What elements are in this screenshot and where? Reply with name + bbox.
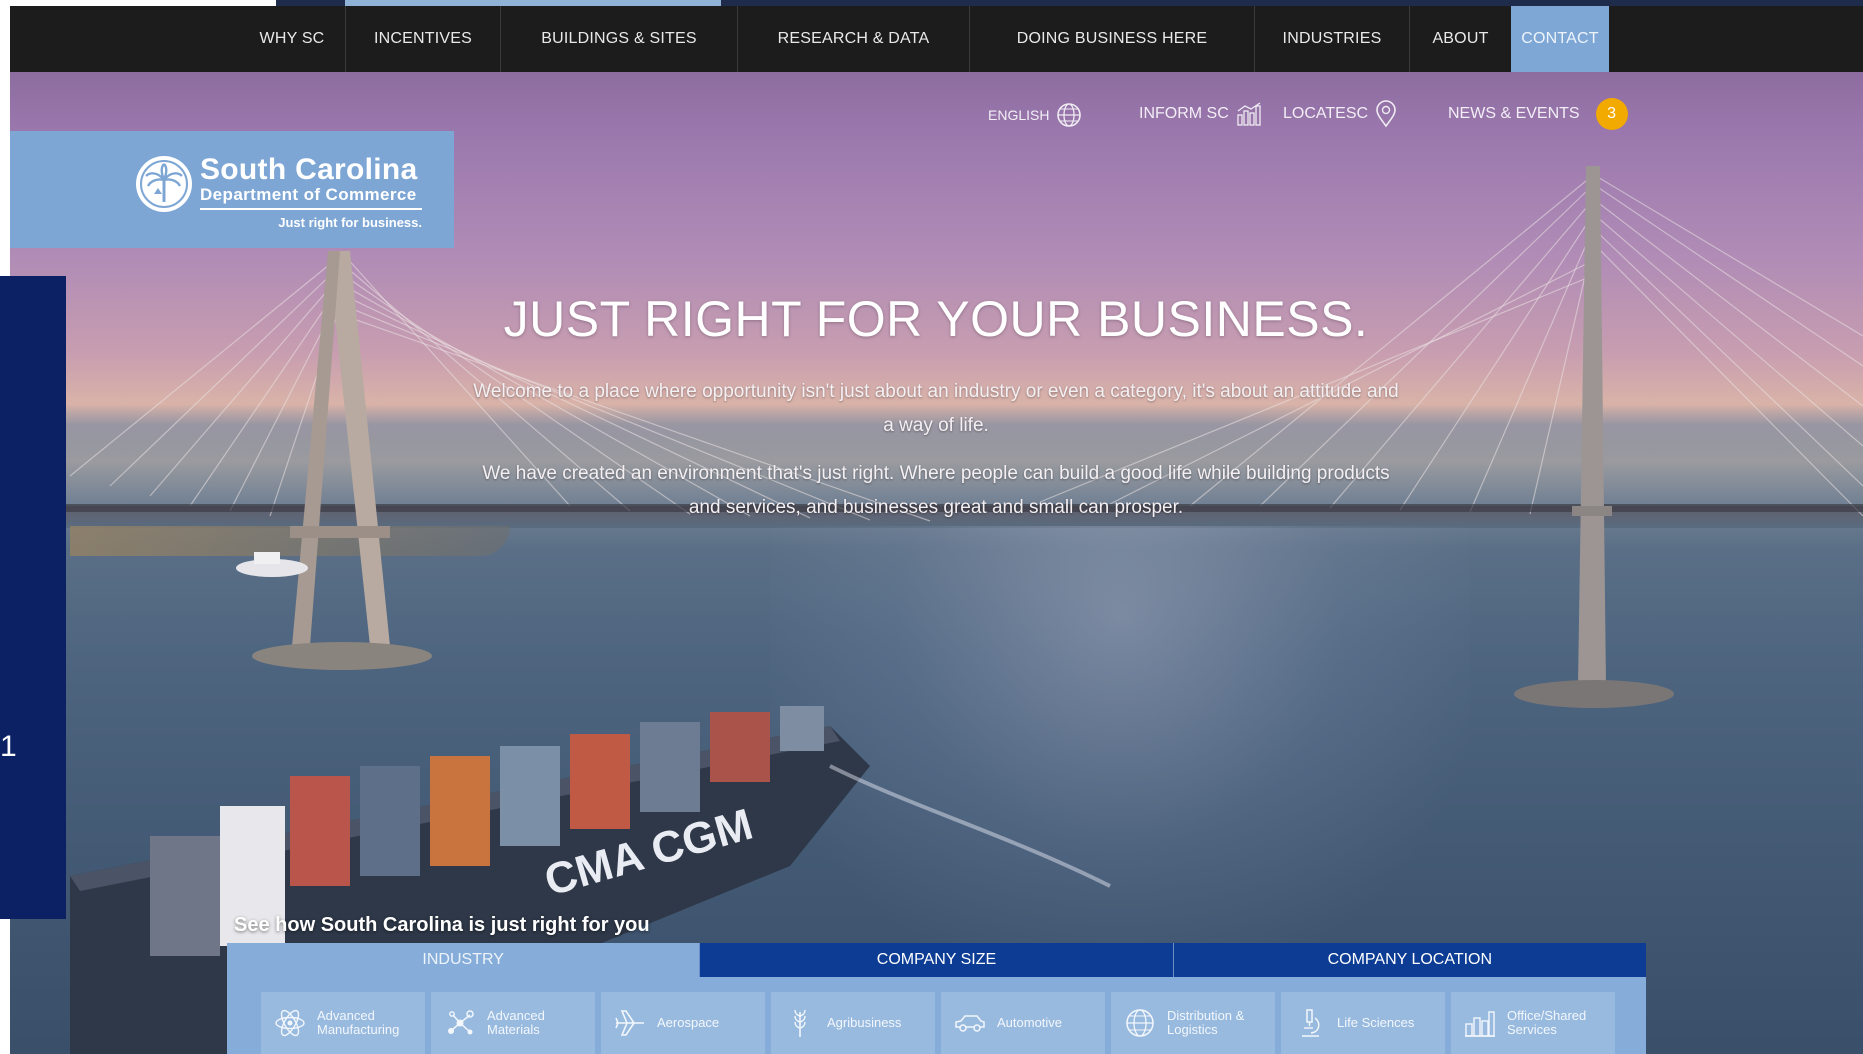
industry-card-label: Automotive — [997, 1015, 1063, 1030]
nav-industries[interactable]: INDUSTRIES — [1255, 6, 1410, 72]
microscope-icon — [1302, 1009, 1320, 1037]
inform-sc-link[interactable]: INFORM SC — [1139, 97, 1263, 131]
nav-research-data[interactable]: RESEARCH & DATA — [738, 6, 970, 72]
tab-industry[interactable]: INDUSTRY — [227, 943, 700, 977]
locate-sc-link[interactable]: LOCATESC — [1283, 97, 1398, 131]
industry-card-office-shared-services[interactable]: Office/Shared Services — [1451, 992, 1615, 1054]
industry-card-aerospace[interactable]: Aerospace — [601, 992, 765, 1054]
industry-card-agribusiness[interactable]: Agribusiness — [771, 992, 935, 1054]
molecule-icon — [448, 1010, 474, 1035]
car-icon — [955, 1015, 985, 1032]
nav-buildings-sites[interactable]: BUILDINGS & SITES — [501, 6, 738, 72]
language-selector[interactable]: ENGLISH — [988, 98, 1083, 132]
industry-cards-panel: Advanced Manufacturing Advanced Material… — [227, 977, 1646, 1054]
side-panel — [0, 276, 66, 919]
page: CMA CGM WHY SC INCENTIVES BUILDINGS & SI… — [0, 0, 1863, 1054]
airplane-icon — [615, 1010, 644, 1036]
industry-card-label: Advanced Materials — [487, 1008, 545, 1037]
industry-card-advanced-manufacturing[interactable]: Advanced Manufacturing — [261, 992, 425, 1054]
palmetto-tree-icon — [136, 156, 192, 212]
tab-company-location[interactable]: COMPANY LOCATION — [1172, 943, 1646, 977]
hero-paragraph-1: Welcome to a place where opportunity isn… — [473, 381, 1399, 436]
industry-card-label: Advanced Manufacturing — [317, 1008, 400, 1037]
industry-card-distribution-logistics[interactable]: Distribution & Logistics — [1111, 992, 1275, 1054]
industry-card-automotive[interactable]: Automotive — [941, 992, 1105, 1054]
language-label: ENGLISH — [988, 107, 1050, 123]
globe-icon — [1057, 103, 1082, 127]
atom-icon — [275, 1009, 305, 1037]
industry-card-label: Office/Shared Services — [1507, 1008, 1587, 1037]
logo-tagline: Just right for business. — [278, 215, 422, 230]
locate-sc-label: LOCATESC — [1283, 105, 1369, 122]
industry-card-label: Agribusiness — [827, 1015, 902, 1030]
logo-subtitle: Department of Commerce — [200, 185, 417, 204]
news-events-label: NEWS & EVENTS — [1448, 105, 1580, 122]
nav-contact[interactable]: CONTACT — [1511, 6, 1609, 72]
industry-card-life-sciences[interactable]: Life Sciences — [1281, 992, 1445, 1054]
main-navigation: WHY SC INCENTIVES BUILDINGS & SITES RESE… — [10, 6, 1863, 72]
industry-card-label: Distribution & Logistics — [1167, 1008, 1245, 1037]
news-count-badge: 3 — [1595, 98, 1628, 130]
sc-commerce-logo[interactable]: South Carolina Department of Commerce Ju… — [10, 131, 454, 248]
logo-divider — [200, 208, 422, 210]
explore-heading: See how South Carolina is just right for… — [234, 914, 650, 936]
industry-card-label: Aerospace — [657, 1015, 720, 1030]
hero-title: JUST RIGHT FOR YOUR BUSINESS. — [503, 291, 1369, 347]
news-events-link[interactable]: NEWS & EVENTS 3 — [1448, 97, 1628, 131]
tab-company-size[interactable]: COMPANY SIZE — [699, 943, 1173, 977]
office-icon — [1465, 1011, 1495, 1037]
side-panel-number: 1 — [0, 730, 17, 763]
nav-incentives[interactable]: INCENTIVES — [346, 6, 501, 72]
hero-paragraph-2: We have created an environment that's ju… — [482, 463, 1390, 518]
map-pin-icon — [1376, 100, 1396, 128]
explore-tabs: INDUSTRY COMPANY SIZE COMPANY LOCATION — [227, 943, 1646, 977]
wheat-icon — [794, 1009, 806, 1037]
nav-doing-business-here[interactable]: DOING BUSINESS HERE — [970, 6, 1255, 72]
bar-chart-icon — [1237, 102, 1261, 126]
nav-why-sc[interactable]: WHY SC — [239, 6, 346, 72]
industry-card-advanced-materials[interactable]: Advanced Materials — [431, 992, 595, 1054]
inform-sc-label: INFORM SC — [1139, 105, 1229, 122]
globe-icon — [1126, 1009, 1154, 1037]
nav-about[interactable]: ABOUT — [1410, 6, 1511, 72]
logo-title: South Carolina — [200, 153, 418, 186]
industry-card-label: Life Sciences — [1337, 1015, 1415, 1030]
